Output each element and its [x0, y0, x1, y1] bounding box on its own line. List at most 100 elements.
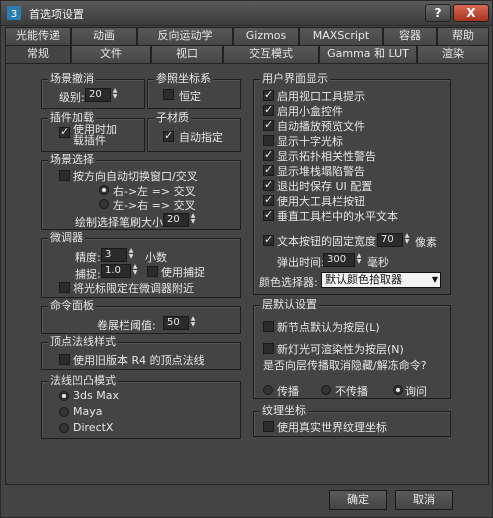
horizontal-text-checkbox[interactable] — [263, 208, 274, 221]
brush-size-spinner[interactable]: 20 — [163, 213, 189, 227]
legacy-normals-checkbox[interactable] — [59, 354, 70, 365]
use-snap-checkbox[interactable] — [147, 266, 158, 277]
no-propagate-label: 不传播 — [335, 385, 368, 398]
tab-ik[interactable]: 反向运动学 — [137, 27, 233, 45]
rollout-threshold-label: 卷展栏阈值: — [97, 319, 156, 332]
group-title: 用户界面显示 — [260, 72, 330, 86]
fixed-width-spinner[interactable]: 70 — [377, 233, 403, 247]
viewport-tooltips-label: 启用视口工具提示 — [277, 90, 365, 103]
fixed-width-spin-arrows[interactable]: ▲ ▼ — [403, 233, 411, 247]
auto-switch-checkbox[interactable] — [59, 170, 70, 181]
bump-maya-label: Maya — [73, 405, 103, 418]
topology-warning-checkbox[interactable] — [263, 148, 274, 161]
crosshair-cursor-label: 显示十字光标 — [277, 135, 343, 148]
fixed-width-label: 文本按钮的固定宽度: — [277, 235, 380, 248]
tab-general[interactable]: 常规 — [5, 45, 71, 63]
snap-spin-arrows[interactable]: ▲ ▼ — [131, 264, 139, 278]
levels-label: 级别: — [59, 91, 85, 104]
auto-switch-label: 按方向自动切换窗口/交叉 — [73, 170, 198, 183]
autoplay-preview-label: 自动播放预览文件 — [277, 120, 365, 133]
large-toolbar-buttons-checkbox[interactable] — [263, 193, 274, 206]
auto-assign-checkbox[interactable] — [163, 129, 174, 142]
load-on-use-label: 使用时加 载插件 — [73, 123, 117, 147]
tab-radiosity[interactable]: 光能传递 — [5, 27, 71, 45]
tab-row-1: 光能传递 动画 反向运动学 Gizmos MAXScript 容器 帮助 — [5, 27, 489, 45]
bump-directx-label: DirectX — [73, 421, 114, 434]
group-title: 命令面板 — [48, 299, 96, 313]
group-title: 参照坐标系 — [154, 72, 213, 86]
snap-spinner[interactable]: 1.0 — [101, 264, 131, 278]
save-ui-on-exit-checkbox[interactable] — [263, 178, 274, 191]
precision-spinner[interactable]: 3 — [101, 248, 127, 262]
crosshair-cursor-checkbox[interactable] — [263, 135, 274, 146]
group-title: 层默认设置 — [260, 298, 319, 312]
ok-button[interactable]: 确定 — [329, 490, 387, 510]
rollout-spin-arrows[interactable]: ▲ ▼ — [189, 316, 197, 330]
rtl-crossing-radio[interactable] — [99, 185, 109, 195]
rollout-threshold-spinner[interactable]: 50 — [163, 316, 189, 330]
large-toolbar-buttons-label: 使用大工具栏按钮 — [277, 195, 365, 208]
propagate-radio[interactable] — [263, 385, 273, 395]
fixed-width-checkbox[interactable] — [263, 233, 274, 246]
tab-viewports[interactable]: 视口 — [151, 45, 223, 63]
real-world-texture-label: 使用真实世界纹理坐标 — [277, 421, 387, 434]
precision-spin-arrows[interactable]: ▲ ▼ — [127, 248, 135, 262]
bump-maya-radio[interactable] — [59, 407, 69, 417]
group-title: 顶点法线样式 — [48, 335, 118, 349]
levels-spin-arrows[interactable]: ▲ ▼ — [111, 88, 119, 102]
flyout-time-label: 弹出时间: — [277, 256, 325, 269]
horizontal-text-label: 垂直工具栏中的水平文本 — [277, 210, 398, 223]
tab-files[interactable]: 文件 — [71, 45, 151, 63]
flyout-time-spinner[interactable]: 300 — [323, 253, 355, 267]
viewport-tooltips-checkbox[interactable] — [263, 88, 274, 101]
stack-collapse-warning-checkbox[interactable] — [263, 163, 274, 176]
tab-interaction-mode[interactable]: 交互模式 — [223, 45, 319, 63]
color-picker-value: 默认颜色拾取器 — [325, 273, 402, 286]
wrap-cursor-label: 将光标限定在微调器附近 — [73, 282, 194, 295]
tab-gizmos[interactable]: Gizmos — [233, 27, 299, 45]
ask-radio[interactable] — [393, 385, 403, 395]
save-ui-on-exit-label: 退出时保存 UI 配置 — [277, 180, 373, 193]
group-title: 场景选择 — [48, 153, 96, 167]
topology-warning-label: 显示拓扑相关性警告 — [277, 150, 376, 163]
preferences-window: 3 首选项设置 ? X 光能传递 动画 反向运动学 Gizmos MAXScri… — [0, 0, 493, 518]
bump-directx-radio[interactable] — [59, 423, 69, 433]
tab-containers[interactable]: 容器 — [383, 27, 437, 45]
close-button[interactable]: X — [453, 4, 489, 22]
group-title: 场景撤消 — [48, 72, 96, 86]
flyout-spin-arrows[interactable]: ▲ ▼ — [355, 253, 363, 267]
chevron-down-icon: ▼ — [431, 275, 438, 284]
tab-help[interactable]: 帮助 — [437, 27, 489, 45]
brush-size-label: 绘制选择笔刷大小 — [75, 216, 163, 229]
no-propagate-radio[interactable] — [321, 385, 331, 395]
ltr-crossing-radio[interactable] — [99, 199, 109, 209]
window-title: 首选项设置 — [29, 8, 84, 21]
help-button[interactable]: ? — [425, 4, 451, 22]
tab-animation[interactable]: 动画 — [71, 27, 137, 45]
manipulators-checkbox[interactable] — [263, 103, 274, 116]
normal-bump-group: 法线凹凸模式 — [41, 374, 241, 439]
bump-3dsmax-radio[interactable] — [59, 391, 69, 401]
tab-gamma-lut[interactable]: Gamma 和 LUT — [319, 45, 417, 63]
new-lights-by-layer-checkbox[interactable] — [263, 343, 274, 354]
wrap-cursor-checkbox[interactable] — [59, 282, 70, 293]
tab-rendering[interactable]: 渲染 — [417, 45, 489, 63]
tab-maxscript[interactable]: MAXScript — [299, 27, 383, 45]
load-on-use-checkbox[interactable] — [59, 125, 70, 138]
color-picker-label: 颜色选择器: — [259, 276, 318, 289]
new-nodes-by-layer-checkbox[interactable] — [263, 321, 274, 332]
cancel-button[interactable]: 取消 — [395, 490, 453, 510]
constant-checkbox[interactable] — [163, 89, 174, 100]
use-snap-label: 使用捕捉 — [161, 266, 205, 279]
brush-size-spin-arrows[interactable]: ▲ ▼ — [189, 213, 197, 227]
group-title: 纹理坐标 — [260, 404, 308, 418]
precision-label: 精度: — [75, 251, 101, 264]
decimal-label: 小数 — [145, 251, 167, 264]
real-world-texture-checkbox[interactable] — [263, 421, 274, 432]
tab-row-2: 常规 文件 视口 交互模式 Gamma 和 LUT 渲染 — [5, 45, 489, 63]
group-title: 法线凹凸模式 — [48, 374, 118, 388]
levels-spinner[interactable]: 20 — [85, 88, 111, 102]
autoplay-preview-checkbox[interactable] — [263, 118, 274, 131]
propagate-label: 传播 — [277, 385, 299, 398]
color-picker-dropdown[interactable]: 默认颜色拾取器 ▼ — [321, 272, 441, 288]
